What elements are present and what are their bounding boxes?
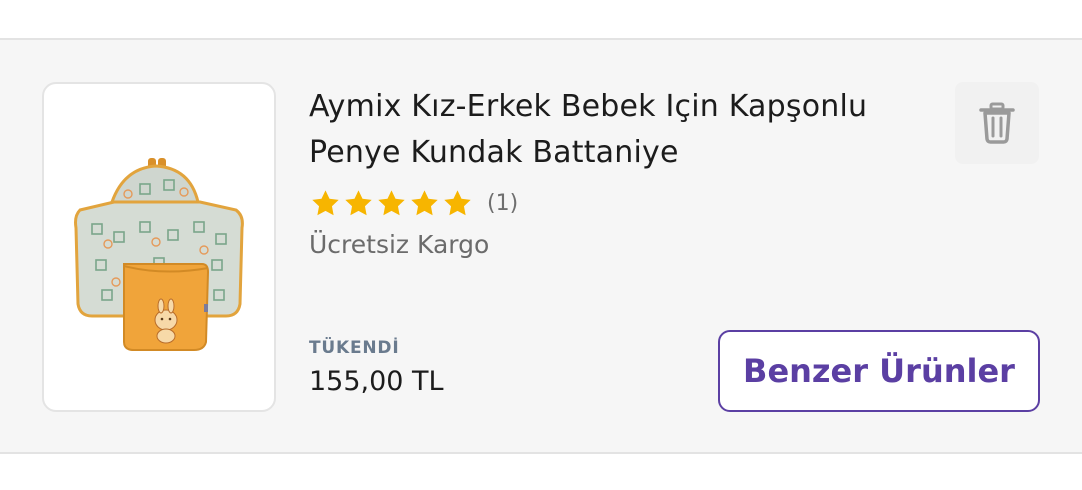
star-rating <box>310 188 473 219</box>
similar-products-button[interactable]: Benzer Ürünler <box>718 330 1040 412</box>
product-rating: (1) <box>310 186 518 220</box>
stock-status-badge: TÜKENDİ <box>309 338 400 358</box>
rating-count[interactable]: (1) <box>487 191 518 216</box>
delete-button[interactable] <box>955 82 1039 164</box>
star-icon <box>345 189 372 215</box>
product-image[interactable] <box>42 82 276 412</box>
product-title[interactable]: Aymix Kız-Erkek Bebek Için Kapşonlu Peny… <box>309 84 929 176</box>
baby-blanket-image <box>74 158 244 351</box>
star-icon <box>444 189 471 215</box>
product-price: 155,00 TL <box>309 366 444 397</box>
trash-icon <box>979 102 1015 144</box>
free-shipping-label: Ücretsiz Kargo <box>309 230 490 259</box>
cart-item-card: Aymix Kız-Erkek Bebek Için Kapşonlu Peny… <box>0 38 1082 454</box>
star-icon <box>378 189 405 215</box>
star-icon <box>312 189 339 215</box>
star-icon <box>411 189 438 215</box>
page: Aymix Kız-Erkek Bebek Için Kapşonlu Peny… <box>0 0 1082 490</box>
